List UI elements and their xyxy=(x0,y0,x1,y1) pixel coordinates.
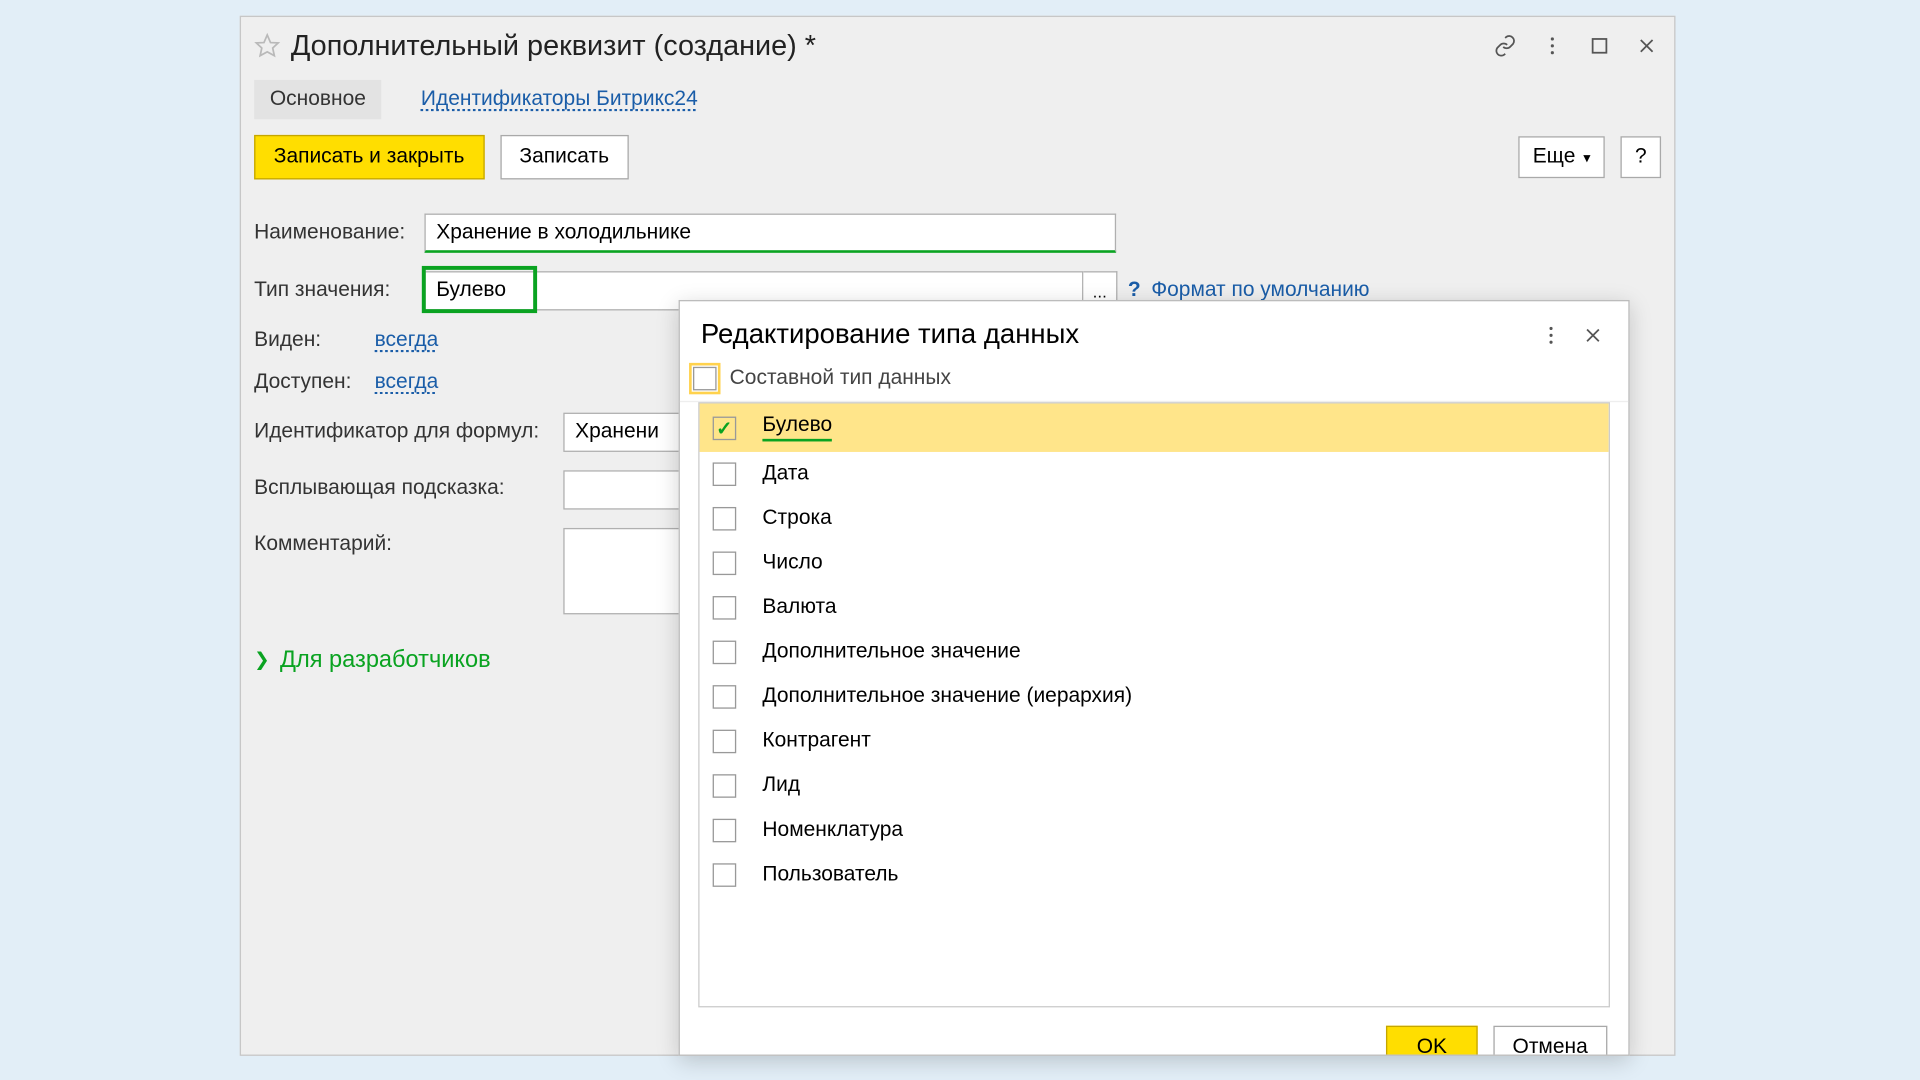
dialog-close-icon[interactable] xyxy=(1579,321,1608,350)
tab-bitrix-ids[interactable]: Идентификаторы Битрикс24 xyxy=(405,80,713,119)
link-icon[interactable] xyxy=(1491,31,1520,60)
help-button[interactable]: ? xyxy=(1621,136,1661,178)
composite-type-label: Составной тип данных xyxy=(730,367,951,391)
favorite-star-icon[interactable] xyxy=(254,33,280,59)
window-title: Дополнительный реквизит (создание) * xyxy=(291,29,1491,63)
type-item-label: Контрагент xyxy=(762,730,870,754)
title-bar: Дополнительный реквизит (создание) * xyxy=(241,17,1674,75)
type-item-checkbox[interactable] xyxy=(713,596,737,620)
chevron-down-icon: ▾ xyxy=(1583,151,1590,167)
type-item-label: Дата xyxy=(762,462,808,486)
type-item-label: Дополнительное значение (иерархия) xyxy=(762,685,1132,709)
type-item[interactable]: Лид xyxy=(700,764,1609,809)
save-button[interactable]: Записать xyxy=(500,135,629,180)
more-button[interactable]: Еще▾ xyxy=(1518,136,1605,178)
tooltip-label: Всплывающая подсказка: xyxy=(254,470,563,502)
close-icon[interactable] xyxy=(1632,31,1661,60)
kebab-menu-icon[interactable] xyxy=(1538,31,1567,60)
developers-section-label: Для разработчиков xyxy=(280,646,491,674)
type-item[interactable]: Булево xyxy=(700,403,1609,451)
dialog-cancel-button[interactable]: Отмена xyxy=(1493,1026,1608,1055)
name-label: Наименование: xyxy=(254,221,424,245)
type-item[interactable]: Валюта xyxy=(700,586,1609,631)
type-list[interactable]: Булево Дата Строка Число Валюта Дополнительно… xyxy=(698,402,1610,1007)
type-item-checkbox[interactable] xyxy=(713,730,737,754)
visible-label: Виден: xyxy=(254,329,369,353)
type-item-checkbox[interactable] xyxy=(713,685,737,709)
type-item-label: Число xyxy=(762,552,822,576)
tab-main[interactable]: Основное xyxy=(254,80,381,119)
type-item[interactable]: Число xyxy=(700,541,1609,586)
type-item[interactable]: Дата xyxy=(700,452,1609,497)
type-item-label: Булево xyxy=(762,414,832,442)
available-label: Доступен: xyxy=(254,371,369,395)
type-item-checkbox[interactable] xyxy=(713,507,737,531)
maximize-icon[interactable] xyxy=(1585,31,1614,60)
type-item-checkbox[interactable] xyxy=(713,819,737,843)
type-item-label: Строка xyxy=(762,507,831,531)
type-item[interactable]: Номенклатура xyxy=(700,808,1609,853)
type-item-label: Лид xyxy=(762,774,800,798)
type-item-checkbox[interactable] xyxy=(713,774,737,798)
type-item-checkbox[interactable] xyxy=(713,416,737,440)
type-item-checkbox[interactable] xyxy=(713,863,737,887)
available-value-link[interactable]: всегда xyxy=(375,371,439,395)
type-item[interactable]: Строка xyxy=(700,496,1609,541)
type-item[interactable]: Пользователь xyxy=(700,853,1609,898)
chevron-right-icon: ❯ xyxy=(254,648,269,670)
save-and-close-button[interactable]: Записать и закрыть xyxy=(254,135,484,180)
type-item[interactable]: Дополнительное значение xyxy=(700,630,1609,675)
dialog-kebab-icon[interactable] xyxy=(1537,321,1566,350)
comment-label: Комментарий: xyxy=(254,528,563,557)
type-item-checkbox[interactable] xyxy=(713,552,737,576)
type-label: Тип значения: xyxy=(254,279,424,303)
type-item-checkbox[interactable] xyxy=(713,462,737,486)
composite-type-checkbox[interactable] xyxy=(693,367,717,391)
type-item-label: Пользователь xyxy=(762,863,898,887)
visible-value-link[interactable]: всегда xyxy=(375,329,439,353)
tab-bar: Основное Идентификаторы Битрикс24 xyxy=(241,75,1674,120)
type-item-label: Валюта xyxy=(762,596,836,620)
dialog-ok-button[interactable]: OK xyxy=(1387,1026,1478,1055)
name-input[interactable] xyxy=(424,214,1116,253)
data-type-dialog: Редактирование типа данных Составной тип… xyxy=(679,300,1630,1056)
type-item[interactable]: Дополнительное значение (иерархия) xyxy=(700,675,1609,720)
dialog-title: Редактирование типа данных xyxy=(701,320,1537,351)
formula-id-label: Идентификатор для формул: xyxy=(254,421,563,445)
type-item-label: Дополнительное значение xyxy=(762,641,1020,665)
type-item-checkbox[interactable] xyxy=(713,641,737,665)
type-item[interactable]: Контрагент xyxy=(700,719,1609,764)
type-item-label: Номенклатура xyxy=(762,819,903,843)
command-bar: Записать и закрыть Записать Еще▾ ? xyxy=(241,119,1674,195)
